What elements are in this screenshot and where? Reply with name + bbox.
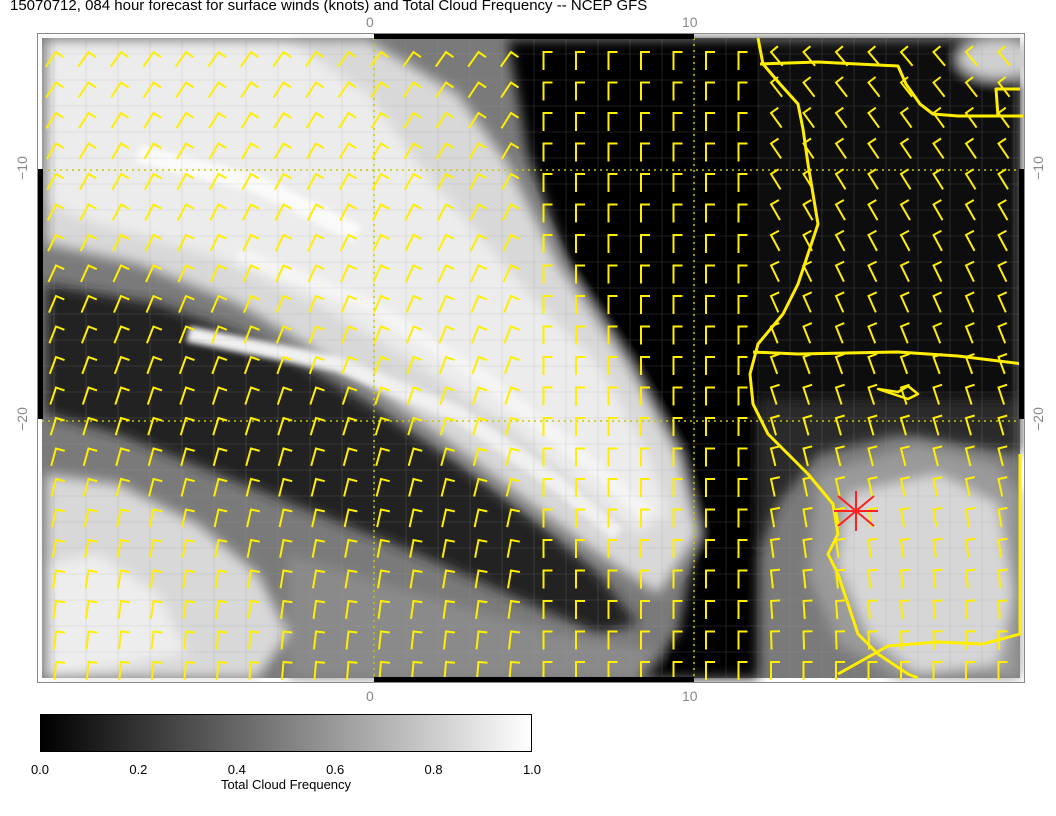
map-canvas[interactable]: [38, 34, 1024, 682]
y-tick-right-10: −10: [1029, 156, 1046, 180]
x-tick-top-0: 0: [366, 14, 374, 30]
map-title: 15070712, 084 hour forecast for surface …: [10, 0, 648, 14]
colorbar-tick: 0.4: [227, 762, 246, 777]
y-tick-right-20: −20: [1029, 407, 1046, 431]
colorbar-tick: 0.0: [30, 762, 50, 777]
colorbar: [40, 714, 532, 752]
colorbar-tick: 0.2: [129, 762, 148, 777]
y-tick-left-20: −20: [13, 407, 30, 431]
colorbar-tick: 0.6: [326, 762, 345, 777]
asterisk-marker: [834, 491, 878, 531]
map-panel[interactable]: [37, 33, 1025, 683]
colorbar-tick: 1.0: [522, 762, 542, 777]
colorbar-tick: 0.8: [424, 762, 443, 777]
y-tick-left-10: −10: [13, 156, 30, 180]
x-tick-bottom-10: 10: [682, 688, 698, 704]
x-tick-bottom-0: 0: [366, 688, 374, 704]
colorbar-label: Total Cloud Frequency: [220, 777, 352, 792]
x-tick-top-10: 10: [682, 14, 698, 30]
